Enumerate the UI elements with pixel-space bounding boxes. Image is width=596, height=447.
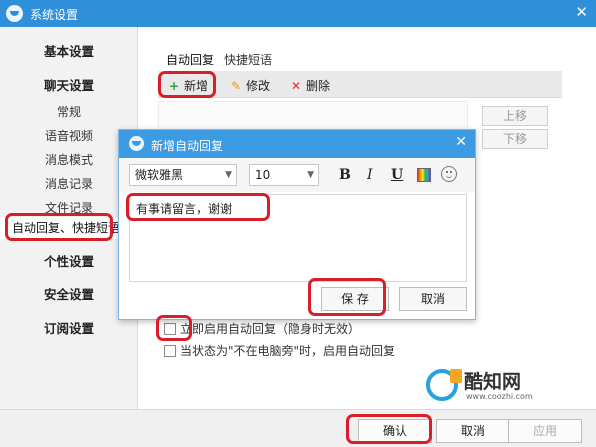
new-auto-reply-dialog: 新增自动回复 ✕ 微软雅黑 ▼ 10 ▼ B I U 有事请留言，谢谢 保 存 … — [118, 129, 476, 320]
reply-list[interactable] — [158, 101, 468, 131]
font-family-value: 微软雅黑 — [135, 168, 184, 182]
chevron-down-icon: ▼ — [307, 170, 314, 180]
chevron-down-icon: ▼ — [225, 170, 232, 180]
watermark: 酷知网 www.coozhi.com — [426, 365, 556, 405]
reply-toolbar: + 新增 ✎ 修改 ✕ 删除 — [158, 71, 562, 98]
sidebar-item-subscription[interactable]: 订阅设置 — [0, 318, 138, 337]
font-color-icon[interactable] — [417, 168, 431, 182]
sidebar-item-chat[interactable]: 聊天设置 — [0, 75, 138, 94]
font-size-select[interactable]: 10 ▼ — [249, 164, 319, 186]
confirm-button[interactable]: 确认 — [358, 419, 432, 443]
format-toolbar: 微软雅黑 ▼ 10 ▼ B I U — [119, 158, 475, 192]
window-title: 系统设置 — [30, 8, 79, 22]
footer-bar: 确认 取消 应用 — [0, 409, 596, 447]
dialog-titlebar: 新增自动回复 ✕ — [119, 130, 475, 158]
reply-text-input[interactable]: 有事请留言，谢谢 — [129, 194, 467, 282]
dialog-title: 新增自动回复 — [151, 139, 224, 153]
sidebar-item-basic[interactable]: 基本设置 — [0, 41, 138, 60]
emoji-icon[interactable] — [441, 166, 457, 182]
italic-icon[interactable]: I — [367, 167, 373, 183]
dialog-logo-icon — [129, 136, 144, 151]
delete-label: 删除 — [306, 79, 331, 93]
underline-icon[interactable]: U — [391, 167, 403, 183]
sidebar-item-general[interactable]: 常规 — [0, 103, 138, 120]
edit-button[interactable]: ✎ 修改 — [230, 77, 270, 94]
away-auto-reply-checkbox[interactable] — [164, 345, 176, 357]
delete-x-icon: ✕ — [290, 79, 302, 93]
apply-button[interactable]: 应用 — [508, 419, 582, 443]
window-close-icon[interactable]: ✕ — [575, 3, 588, 21]
dialog-save-button[interactable]: 保 存 — [321, 287, 389, 311]
away-auto-reply-option[interactable]: 当状态为"不在电脑旁"时，启用自动回复 — [164, 342, 395, 359]
add-label: 新增 — [184, 79, 209, 93]
enable-auto-reply-label: 立即启用自动回复（隐身时无效） — [180, 322, 361, 336]
move-up-button[interactable]: 上移 — [482, 106, 548, 126]
edit-label: 修改 — [246, 79, 271, 93]
enable-auto-reply-option[interactable]: 立即启用自动回复（隐身时无效） — [164, 320, 360, 337]
dialog-close-icon[interactable]: ✕ — [455, 134, 467, 150]
pencil-icon: ✎ — [230, 79, 242, 93]
enable-auto-reply-checkbox[interactable] — [164, 323, 176, 335]
tab-quick-phrases[interactable]: 快捷短语 — [224, 51, 272, 68]
away-auto-reply-label: 当状态为"不在电脑旁"时，启用自动回复 — [180, 344, 396, 358]
move-down-button[interactable]: 下移 — [482, 129, 548, 149]
bold-icon[interactable]: B — [339, 167, 351, 183]
window-titlebar: 系统设置 ✕ — [0, 0, 596, 27]
dialog-cancel-button[interactable]: 取消 — [399, 287, 467, 311]
watermark-url: www.coozhi.com — [466, 392, 533, 401]
watermark-name: 酷知网 — [464, 371, 522, 393]
delete-button[interactable]: ✕ 删除 — [290, 77, 330, 94]
tab-auto-reply[interactable]: 自动回复 — [166, 51, 214, 68]
cancel-button[interactable]: 取消 — [436, 419, 510, 443]
font-size-value: 10 — [255, 168, 271, 182]
watermark-logo-icon — [426, 369, 462, 401]
app-logo-icon — [6, 5, 23, 22]
font-family-select[interactable]: 微软雅黑 ▼ — [129, 164, 237, 186]
add-button[interactable]: + 新增 — [168, 77, 208, 94]
plus-icon: + — [168, 79, 180, 93]
